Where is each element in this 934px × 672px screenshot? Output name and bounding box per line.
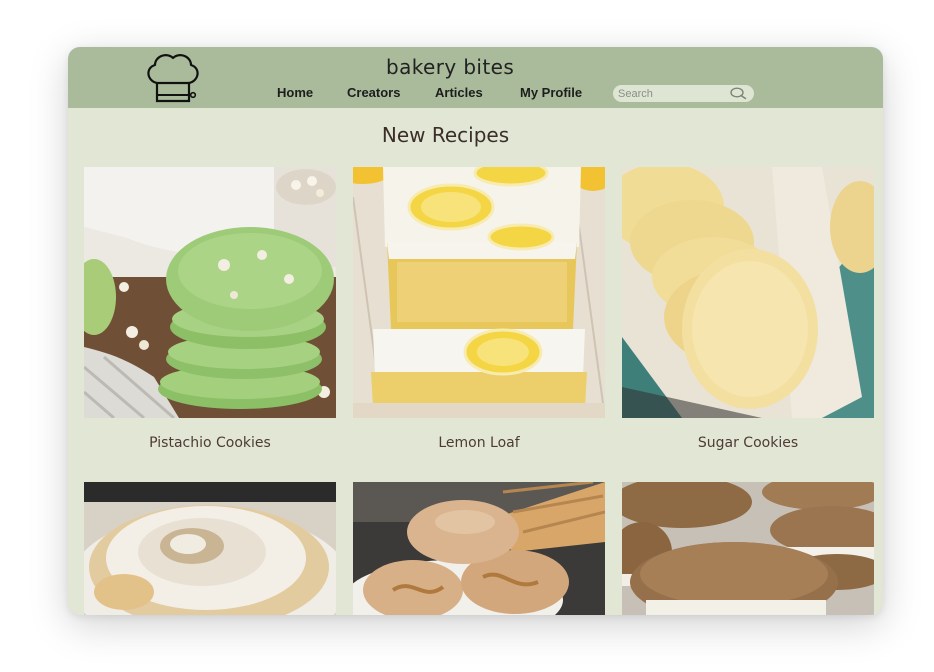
recipe-title[interactable]: Lemon Loaf bbox=[353, 435, 605, 451]
recipe-image-lemon-loaf[interactable] bbox=[353, 167, 605, 418]
site-header: bakery bites Home Creators Articles My P… bbox=[68, 47, 883, 108]
recipe-image-cinnamon-roll[interactable] bbox=[84, 482, 336, 615]
recipe-title[interactable]: Pistachio Cookies bbox=[84, 435, 336, 451]
recipe-image-ice-cream[interactable] bbox=[353, 482, 605, 615]
browser-window: bakery bites Home Creators Articles My P… bbox=[68, 47, 883, 615]
nav-my-profile[interactable]: My Profile bbox=[520, 85, 582, 100]
nav-home[interactable]: Home bbox=[277, 85, 313, 100]
nav-articles[interactable]: Articles bbox=[435, 85, 483, 100]
recipe-image-sugar-cookies[interactable] bbox=[622, 167, 874, 418]
site-brand[interactable]: bakery bites bbox=[386, 55, 514, 79]
recipe-image-pistachio-cookies[interactable] bbox=[84, 167, 336, 418]
recipe-image-cream-pies[interactable] bbox=[622, 482, 874, 615]
chef-hat-icon[interactable] bbox=[143, 50, 203, 104]
section-title: New Recipes bbox=[381, 123, 510, 147]
search-icon[interactable] bbox=[728, 86, 748, 101]
search-box bbox=[613, 85, 754, 102]
nav-creators[interactable]: Creators bbox=[347, 85, 400, 100]
search-input[interactable] bbox=[613, 85, 728, 102]
recipe-title[interactable]: Sugar Cookies bbox=[622, 435, 874, 451]
